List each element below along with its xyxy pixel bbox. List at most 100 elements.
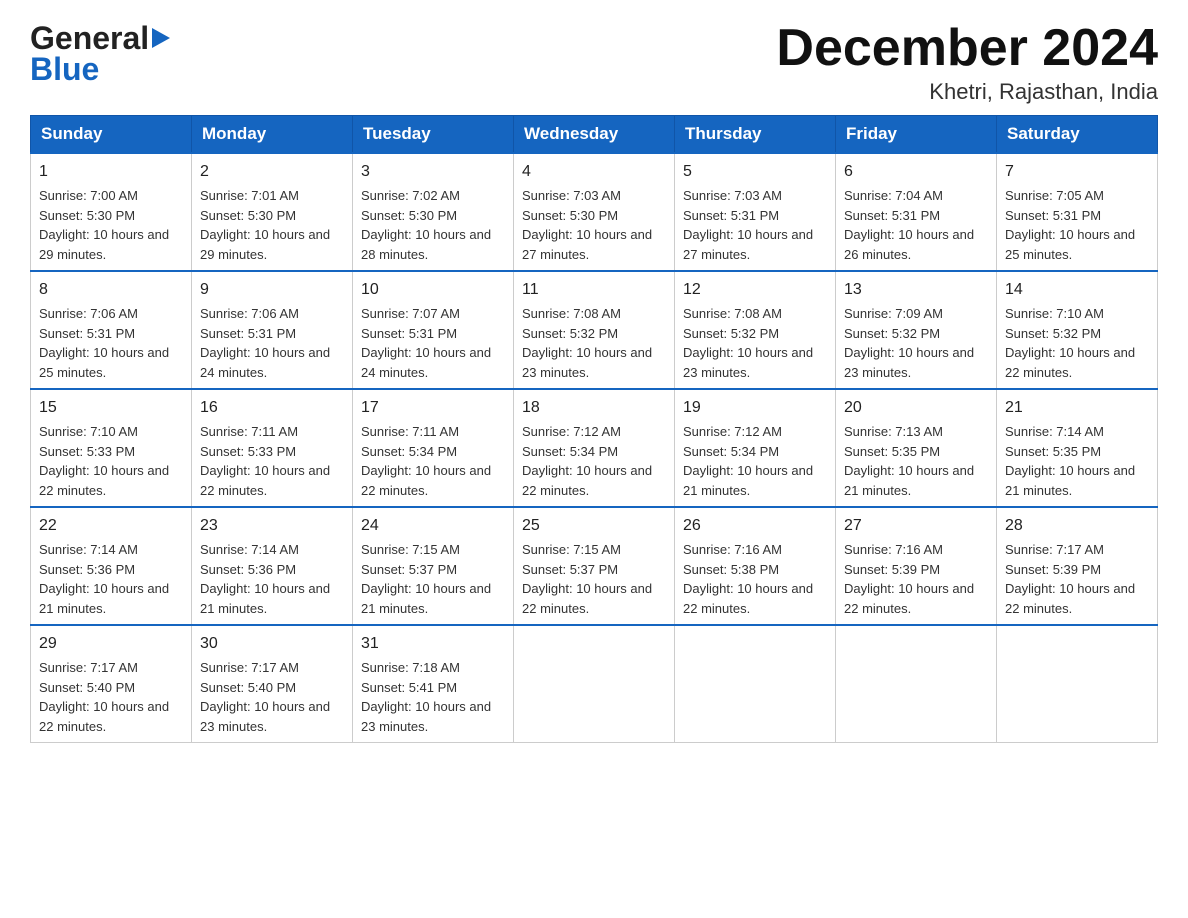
daylight-text: Daylight: 10 hours and 22 minutes. — [844, 579, 988, 618]
sunrise-text: Sunrise: 7:16 AM — [844, 540, 988, 560]
calendar-cell: 21Sunrise: 7:14 AMSunset: 5:35 PMDayligh… — [997, 389, 1158, 507]
sunset-text: Sunset: 5:37 PM — [361, 560, 505, 580]
calendar-cell: 8Sunrise: 7:06 AMSunset: 5:31 PMDaylight… — [31, 271, 192, 389]
sunrise-text: Sunrise: 7:17 AM — [1005, 540, 1149, 560]
day-number: 1 — [39, 160, 183, 184]
day-info: Sunrise: 7:17 AMSunset: 5:39 PMDaylight:… — [1005, 540, 1149, 618]
calendar-cell: 12Sunrise: 7:08 AMSunset: 5:32 PMDayligh… — [675, 271, 836, 389]
sunset-text: Sunset: 5:34 PM — [522, 442, 666, 462]
day-number: 20 — [844, 396, 988, 420]
day-info: Sunrise: 7:05 AMSunset: 5:31 PMDaylight:… — [1005, 186, 1149, 264]
sunrise-text: Sunrise: 7:06 AM — [200, 304, 344, 324]
sunrise-text: Sunrise: 7:04 AM — [844, 186, 988, 206]
sunrise-text: Sunrise: 7:17 AM — [39, 658, 183, 678]
daylight-text: Daylight: 10 hours and 24 minutes. — [200, 343, 344, 382]
daylight-text: Daylight: 10 hours and 23 minutes. — [200, 697, 344, 736]
sunset-text: Sunset: 5:33 PM — [39, 442, 183, 462]
day-number: 25 — [522, 514, 666, 538]
sunrise-text: Sunrise: 7:02 AM — [361, 186, 505, 206]
page: General Blue December 2024 Khetri, Rajas… — [0, 0, 1188, 763]
day-number: 8 — [39, 278, 183, 302]
sunset-text: Sunset: 5:41 PM — [361, 678, 505, 698]
day-info: Sunrise: 7:14 AMSunset: 5:36 PMDaylight:… — [200, 540, 344, 618]
sunrise-text: Sunrise: 7:12 AM — [522, 422, 666, 442]
sunset-text: Sunset: 5:30 PM — [522, 206, 666, 226]
sunset-text: Sunset: 5:31 PM — [1005, 206, 1149, 226]
day-number: 16 — [200, 396, 344, 420]
calendar-cell: 15Sunrise: 7:10 AMSunset: 5:33 PMDayligh… — [31, 389, 192, 507]
calendar-cell: 5Sunrise: 7:03 AMSunset: 5:31 PMDaylight… — [675, 153, 836, 271]
day-number: 2 — [200, 160, 344, 184]
day-info: Sunrise: 7:10 AMSunset: 5:32 PMDaylight:… — [1005, 304, 1149, 382]
calendar-cell: 11Sunrise: 7:08 AMSunset: 5:32 PMDayligh… — [514, 271, 675, 389]
calendar-cell: 17Sunrise: 7:11 AMSunset: 5:34 PMDayligh… — [353, 389, 514, 507]
sunset-text: Sunset: 5:35 PM — [844, 442, 988, 462]
calendar-cell: 7Sunrise: 7:05 AMSunset: 5:31 PMDaylight… — [997, 153, 1158, 271]
sunset-text: Sunset: 5:31 PM — [844, 206, 988, 226]
calendar-cell — [675, 625, 836, 743]
sunrise-text: Sunrise: 7:13 AM — [844, 422, 988, 442]
day-info: Sunrise: 7:06 AMSunset: 5:31 PMDaylight:… — [200, 304, 344, 382]
calendar-cell: 2Sunrise: 7:01 AMSunset: 5:30 PMDaylight… — [192, 153, 353, 271]
calendar-cell: 29Sunrise: 7:17 AMSunset: 5:40 PMDayligh… — [31, 625, 192, 743]
calendar-cell: 24Sunrise: 7:15 AMSunset: 5:37 PMDayligh… — [353, 507, 514, 625]
sunrise-text: Sunrise: 7:03 AM — [683, 186, 827, 206]
day-number: 22 — [39, 514, 183, 538]
sunset-text: Sunset: 5:33 PM — [200, 442, 344, 462]
day-number: 27 — [844, 514, 988, 538]
calendar-cell: 25Sunrise: 7:15 AMSunset: 5:37 PMDayligh… — [514, 507, 675, 625]
sunset-text: Sunset: 5:34 PM — [361, 442, 505, 462]
day-number: 28 — [1005, 514, 1149, 538]
sunrise-text: Sunrise: 7:18 AM — [361, 658, 505, 678]
calendar-cell — [997, 625, 1158, 743]
calendar-cell — [836, 625, 997, 743]
sunset-text: Sunset: 5:39 PM — [1005, 560, 1149, 580]
week-row-2: 8Sunrise: 7:06 AMSunset: 5:31 PMDaylight… — [31, 271, 1158, 389]
sunrise-text: Sunrise: 7:06 AM — [39, 304, 183, 324]
sunset-text: Sunset: 5:39 PM — [844, 560, 988, 580]
calendar-cell: 26Sunrise: 7:16 AMSunset: 5:38 PMDayligh… — [675, 507, 836, 625]
week-row-5: 29Sunrise: 7:17 AMSunset: 5:40 PMDayligh… — [31, 625, 1158, 743]
sunset-text: Sunset: 5:31 PM — [683, 206, 827, 226]
sunrise-text: Sunrise: 7:14 AM — [1005, 422, 1149, 442]
day-info: Sunrise: 7:12 AMSunset: 5:34 PMDaylight:… — [683, 422, 827, 500]
day-number: 13 — [844, 278, 988, 302]
calendar-cell — [514, 625, 675, 743]
daylight-text: Daylight: 10 hours and 22 minutes. — [683, 579, 827, 618]
sunrise-text: Sunrise: 7:15 AM — [522, 540, 666, 560]
daylight-text: Daylight: 10 hours and 22 minutes. — [1005, 579, 1149, 618]
day-info: Sunrise: 7:16 AMSunset: 5:39 PMDaylight:… — [844, 540, 988, 618]
calendar-cell: 4Sunrise: 7:03 AMSunset: 5:30 PMDaylight… — [514, 153, 675, 271]
day-number: 15 — [39, 396, 183, 420]
daylight-text: Daylight: 10 hours and 22 minutes. — [522, 461, 666, 500]
daylight-text: Daylight: 10 hours and 28 minutes. — [361, 225, 505, 264]
sunset-text: Sunset: 5:36 PM — [39, 560, 183, 580]
calendar-cell: 13Sunrise: 7:09 AMSunset: 5:32 PMDayligh… — [836, 271, 997, 389]
day-info: Sunrise: 7:10 AMSunset: 5:33 PMDaylight:… — [39, 422, 183, 500]
calendar-cell: 27Sunrise: 7:16 AMSunset: 5:39 PMDayligh… — [836, 507, 997, 625]
daylight-text: Daylight: 10 hours and 22 minutes. — [1005, 343, 1149, 382]
sunrise-text: Sunrise: 7:14 AM — [200, 540, 344, 560]
daylight-text: Daylight: 10 hours and 25 minutes. — [39, 343, 183, 382]
day-info: Sunrise: 7:17 AMSunset: 5:40 PMDaylight:… — [200, 658, 344, 736]
day-number: 10 — [361, 278, 505, 302]
calendar-cell: 3Sunrise: 7:02 AMSunset: 5:30 PMDaylight… — [353, 153, 514, 271]
day-info: Sunrise: 7:02 AMSunset: 5:30 PMDaylight:… — [361, 186, 505, 264]
day-number: 11 — [522, 278, 666, 302]
day-number: 4 — [522, 160, 666, 184]
day-header-friday: Friday — [836, 116, 997, 154]
day-number: 9 — [200, 278, 344, 302]
day-header-thursday: Thursday — [675, 116, 836, 154]
sunset-text: Sunset: 5:31 PM — [361, 324, 505, 344]
daylight-text: Daylight: 10 hours and 21 minutes. — [361, 579, 505, 618]
day-number: 18 — [522, 396, 666, 420]
sunset-text: Sunset: 5:35 PM — [1005, 442, 1149, 462]
day-info: Sunrise: 7:15 AMSunset: 5:37 PMDaylight:… — [361, 540, 505, 618]
day-header-tuesday: Tuesday — [353, 116, 514, 154]
sunrise-text: Sunrise: 7:05 AM — [1005, 186, 1149, 206]
day-info: Sunrise: 7:09 AMSunset: 5:32 PMDaylight:… — [844, 304, 988, 382]
sunrise-text: Sunrise: 7:10 AM — [39, 422, 183, 442]
day-number: 21 — [1005, 396, 1149, 420]
day-info: Sunrise: 7:06 AMSunset: 5:31 PMDaylight:… — [39, 304, 183, 382]
day-number: 14 — [1005, 278, 1149, 302]
